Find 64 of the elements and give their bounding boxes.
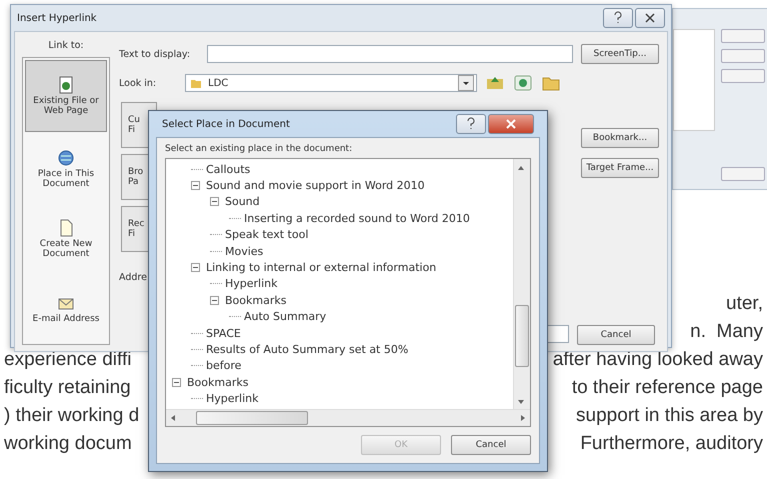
scrollbar-thumb[interactable]: [196, 411, 308, 425]
tree-item[interactable]: SPACE: [206, 326, 241, 340]
document-text: to their reference page: [570, 377, 764, 399]
tree-item[interactable]: Sound: [225, 195, 260, 208]
document-text: ) their working d: [3, 405, 140, 427]
tree-item[interactable]: Bookmarks: [187, 376, 248, 389]
help-icon[interactable]: [603, 8, 633, 28]
document-text: experience diffi: [3, 349, 132, 371]
link-target-option[interactable]: E-mail Address: [23, 274, 109, 344]
window-title: Insert Hyperlink: [17, 12, 97, 24]
close-icon[interactable]: [488, 114, 534, 134]
tree-item[interactable]: Bookmarks: [225, 294, 286, 307]
globe-icon: [57, 149, 75, 167]
tree-item[interactable]: before: [206, 359, 242, 372]
tree-item[interactable]: Callouts: [206, 162, 250, 176]
tree-item[interactable]: Speak text tool: [225, 228, 308, 242]
collapse-icon[interactable]: [191, 181, 200, 190]
link-target-option[interactable]: Place in This Document: [23, 134, 109, 204]
text-to-display-label: Text to display:: [119, 48, 192, 60]
bookmark-button[interactable]: Bookmark...: [581, 128, 659, 148]
help-icon[interactable]: [456, 114, 486, 134]
link-to-label: Link to:: [48, 39, 84, 53]
cancel-button[interactable]: Cancel: [577, 325, 655, 345]
address-label: Addre: [119, 272, 148, 283]
cancel-button[interactable]: Cancel: [451, 435, 531, 455]
close-icon[interactable]: [635, 8, 665, 28]
button[interactable]: [721, 69, 765, 83]
collapse-icon[interactable]: [191, 263, 200, 272]
link-target-option[interactable]: Existing File or Web Page: [25, 60, 107, 132]
target-frame-button[interactable]: Target Frame...: [581, 158, 659, 178]
text-to-display-field[interactable]: [207, 45, 573, 63]
button[interactable]: [721, 29, 765, 43]
tree-item[interactable]: Sound and movie support in Word 2010: [206, 179, 425, 192]
document-text: Furthermore, auditory: [579, 433, 764, 455]
document-text: support in this area by: [575, 405, 764, 427]
vertical-scrollbar[interactable]: [513, 159, 530, 409]
tree-item[interactable]: Results of Auto Summary set at 50%: [206, 342, 408, 356]
horizontal-scrollbar[interactable]: [166, 409, 530, 426]
tree-item[interactable]: Movies: [225, 244, 264, 258]
document-text: uter,: [725, 293, 764, 315]
tree-item[interactable]: Hyperlink: [206, 392, 259, 406]
button[interactable]: [721, 167, 765, 181]
link-target-option[interactable]: Create New Document: [23, 204, 109, 274]
look-in-dropdown[interactable]: LDC: [185, 74, 477, 92]
globe-document-icon: [57, 76, 75, 94]
tree-item[interactable]: Hyperlink: [225, 277, 278, 290]
document-text: after having looked away: [552, 349, 764, 371]
tree-item[interactable]: Inserting a recorded sound to Word 2010: [244, 212, 470, 225]
folder-icon: [190, 77, 202, 89]
tree-item[interactable]: Linking to internal or external information: [206, 261, 436, 274]
document-text: ficulty retaining: [3, 377, 132, 399]
collapse-icon[interactable]: [172, 378, 181, 387]
document-text: working docum: [3, 433, 133, 455]
look-in-label: Look in:: [119, 78, 158, 88]
scrollbar-thumb[interactable]: [515, 305, 529, 367]
document-text: n. Many: [689, 321, 764, 343]
window-title: Select Place in Document: [162, 118, 290, 130]
tree-item[interactable]: Auto Summary: [244, 310, 326, 324]
collapse-icon[interactable]: [210, 197, 219, 206]
browse-web-icon[interactable]: [513, 74, 533, 92]
collapse-icon[interactable]: [210, 296, 219, 305]
button[interactable]: [721, 49, 765, 63]
screentip-button[interactable]: ScreenTip...: [581, 44, 659, 64]
prompt-text: Select an existing place in the document:: [165, 144, 354, 154]
